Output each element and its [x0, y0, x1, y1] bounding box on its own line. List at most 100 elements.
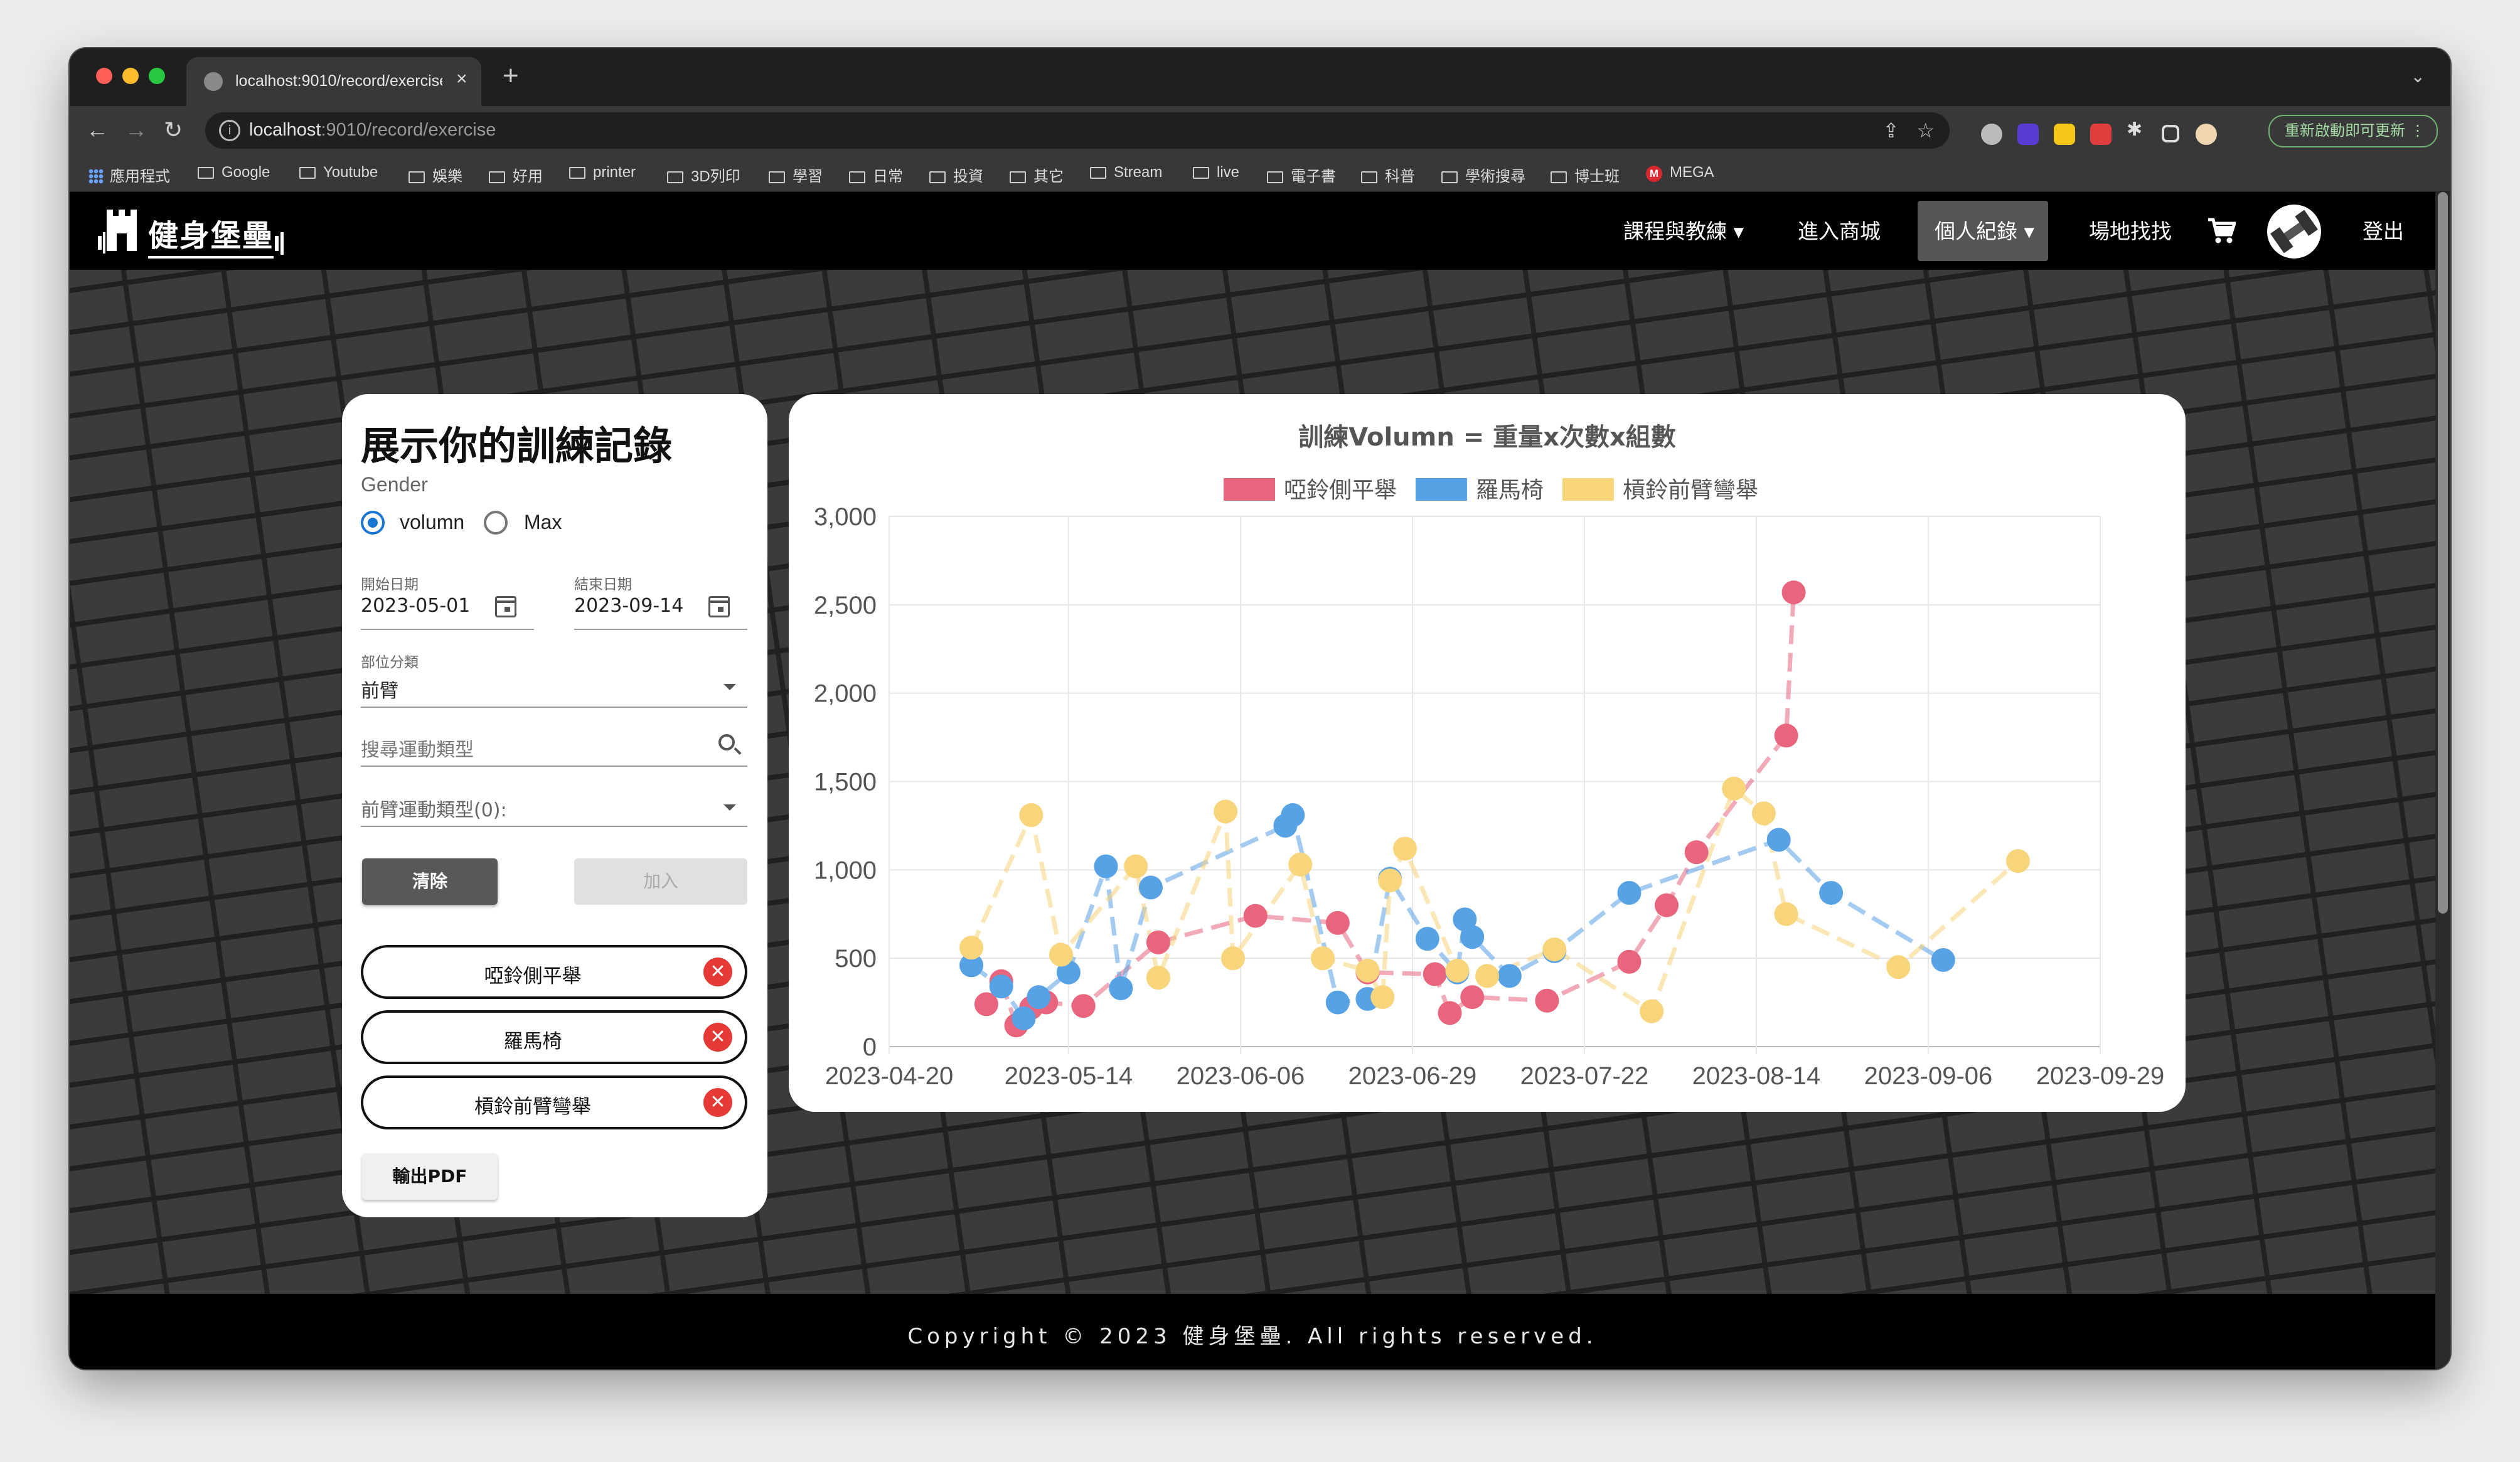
adblock-extension-icon[interactable] — [1981, 124, 2002, 145]
data-point — [1221, 946, 1246, 971]
category-select[interactable]: 前臂 — [361, 675, 398, 703]
data-point — [1460, 985, 1485, 1010]
radio-max[interactable] — [484, 511, 508, 535]
y-tick-label: 2,000 — [814, 680, 877, 708]
end-date-underline — [574, 629, 747, 630]
nav-shop[interactable]: 進入商城 — [1798, 215, 1881, 245]
cart-icon[interactable] — [2207, 217, 2236, 245]
folder-icon — [1010, 171, 1026, 183]
bookmark-folder[interactable]: live — [1193, 164, 1239, 181]
x-tick-label: 2023-09-06 — [1864, 1062, 1993, 1090]
data-point — [1722, 776, 1746, 801]
bookmark-folder[interactable]: 好用 — [489, 164, 543, 186]
user-avatar[interactable] — [2267, 205, 2321, 259]
data-point — [1475, 964, 1500, 988]
data-point — [1445, 958, 1470, 983]
bookmark-folder[interactable]: 學習 — [769, 164, 823, 186]
extension-icon[interactable] — [2017, 124, 2039, 145]
chevron-down-icon[interactable] — [723, 804, 736, 811]
chip-label: 槓鈴前臂彎舉 — [474, 1096, 591, 1118]
radio-volumn-label[interactable]: volumn — [400, 511, 464, 534]
mega-icon: M — [1646, 166, 1662, 182]
add-button[interactable]: 加入 — [574, 858, 747, 905]
data-point — [1370, 985, 1395, 1010]
url-host: localhost — [249, 120, 321, 140]
more-icon: ⋮ — [2410, 122, 2425, 139]
bookmark-folder[interactable]: 娛樂 — [408, 164, 462, 186]
forward-icon[interactable]: → — [125, 117, 147, 142]
browser-tab[interactable]: localhost:9010/record/exercise × — [186, 57, 481, 106]
update-button[interactable]: 重新啟動即可更新 ⋮ — [2268, 115, 2438, 147]
new-tab-button[interactable]: + — [503, 62, 519, 90]
chevron-down-icon[interactable] — [723, 684, 736, 690]
y-tick-label: 2,500 — [814, 592, 877, 619]
data-point — [1617, 880, 1642, 905]
bookmark-mega[interactable]: M MEGA — [1646, 164, 1714, 182]
maximize-window-button[interactable] — [149, 68, 165, 84]
data-point — [1655, 893, 1679, 917]
bookmark-folder[interactable]: Google — [198, 164, 270, 181]
data-point — [1460, 925, 1485, 949]
data-point — [1012, 1006, 1036, 1030]
bookmark-folder[interactable]: 其它 — [1010, 164, 1064, 186]
remove-icon[interactable]: ✕ — [703, 1023, 732, 1052]
export-pdf-button[interactable]: 輸出PDF — [362, 1153, 498, 1200]
back-icon[interactable]: ← — [86, 117, 109, 142]
url-text[interactable]: localhost:9010/record/exercise — [249, 120, 496, 141]
nav-records[interactable]: 個人紀錄 ▾ — [1935, 215, 2034, 245]
minimize-window-button[interactable] — [122, 68, 139, 84]
nav-logout[interactable]: 登出 — [2362, 215, 2404, 245]
sidebar-icon[interactable] — [2162, 125, 2179, 142]
bookmark-folder[interactable]: 博士班 — [1551, 164, 1620, 186]
address-bar[interactable]: i localhost:9010/record/exercise ⇪ ☆ — [205, 112, 1950, 149]
radio-volumn[interactable] — [361, 511, 385, 535]
bookmark-folder[interactable]: 電子書 — [1267, 164, 1336, 186]
tab-strip: localhost:9010/record/exercise × + ⌄ — [70, 48, 2450, 106]
bookmark-folder[interactable]: printer — [569, 164, 636, 181]
site-logo[interactable]: 健身堡壘 — [98, 203, 292, 260]
radio-max-label[interactable]: Max — [524, 511, 562, 534]
bookmark-folder[interactable]: 投資 — [929, 164, 983, 186]
bookmark-apps[interactable]: 應用程式 — [88, 164, 170, 186]
profile-avatar[interactable] — [2196, 124, 2217, 145]
reload-icon[interactable]: ↻ — [164, 117, 183, 142]
chart-title: 訓練Volumn = 重量x次數x組數 — [1298, 423, 1676, 452]
end-date-input[interactable]: 2023-09-14 — [574, 595, 683, 617]
chevron-down-icon[interactable]: ⌄ — [2411, 66, 2425, 87]
nav-venues[interactable]: 場地找找 — [2089, 215, 2172, 245]
bookmark-folder[interactable]: Youtube — [299, 164, 378, 181]
folder-icon — [1193, 167, 1209, 179]
bookmarks-bar: 應用程式 Google Youtube 娛樂 好用 printer 3D列印 學… — [70, 154, 2450, 192]
page-scrollbar[interactable] — [2435, 192, 2450, 1369]
legend-swatch — [1416, 478, 1467, 501]
close-window-button[interactable] — [96, 68, 112, 84]
search-icon[interactable] — [718, 734, 735, 750]
nav-courses[interactable]: 課程與教練 ▾ — [1623, 215, 1744, 245]
bookmark-folder[interactable]: 學術搜尋 — [1441, 164, 1525, 186]
data-point — [1497, 964, 1522, 988]
calendar-icon[interactable] — [495, 596, 516, 617]
bookmark-folder[interactable]: 日常 — [849, 164, 903, 186]
share-icon[interactable]: ⇪ — [1882, 119, 1899, 142]
bookmark-folder[interactable]: 科普 — [1361, 164, 1415, 186]
scrollbar-thumb[interactable] — [2438, 192, 2448, 914]
remove-icon[interactable]: ✕ — [703, 1088, 732, 1117]
bookmark-label: 學術搜尋 — [1465, 168, 1525, 185]
puzzle-icon[interactable]: ✱ — [2127, 119, 2148, 140]
close-tab-icon[interactable]: × — [456, 68, 467, 90]
video-extension-icon[interactable] — [2090, 124, 2112, 145]
info-icon[interactable]: i — [219, 120, 240, 141]
selected-exercise-chip: 槓鈴前臂彎舉 ✕ — [361, 1075, 747, 1129]
calendar-icon[interactable] — [708, 596, 730, 617]
star-icon[interactable]: ☆ — [1916, 119, 1935, 142]
bookmark-folder[interactable]: 3D列印 — [667, 164, 740, 186]
search-input[interactable]: 搜尋運動類型 — [361, 734, 474, 762]
notes-extension-icon[interactable] — [2054, 124, 2075, 145]
exercise-type-select[interactable]: 前臂運動類型(0): — [361, 794, 507, 822]
bookmark-folder[interactable]: Stream — [1090, 164, 1162, 181]
data-point — [1355, 958, 1380, 983]
remove-icon[interactable]: ✕ — [703, 958, 732, 986]
clear-button[interactable]: 清除 — [362, 858, 498, 905]
data-point — [1109, 976, 1133, 1001]
start-date-input[interactable]: 2023-05-01 — [361, 595, 470, 617]
